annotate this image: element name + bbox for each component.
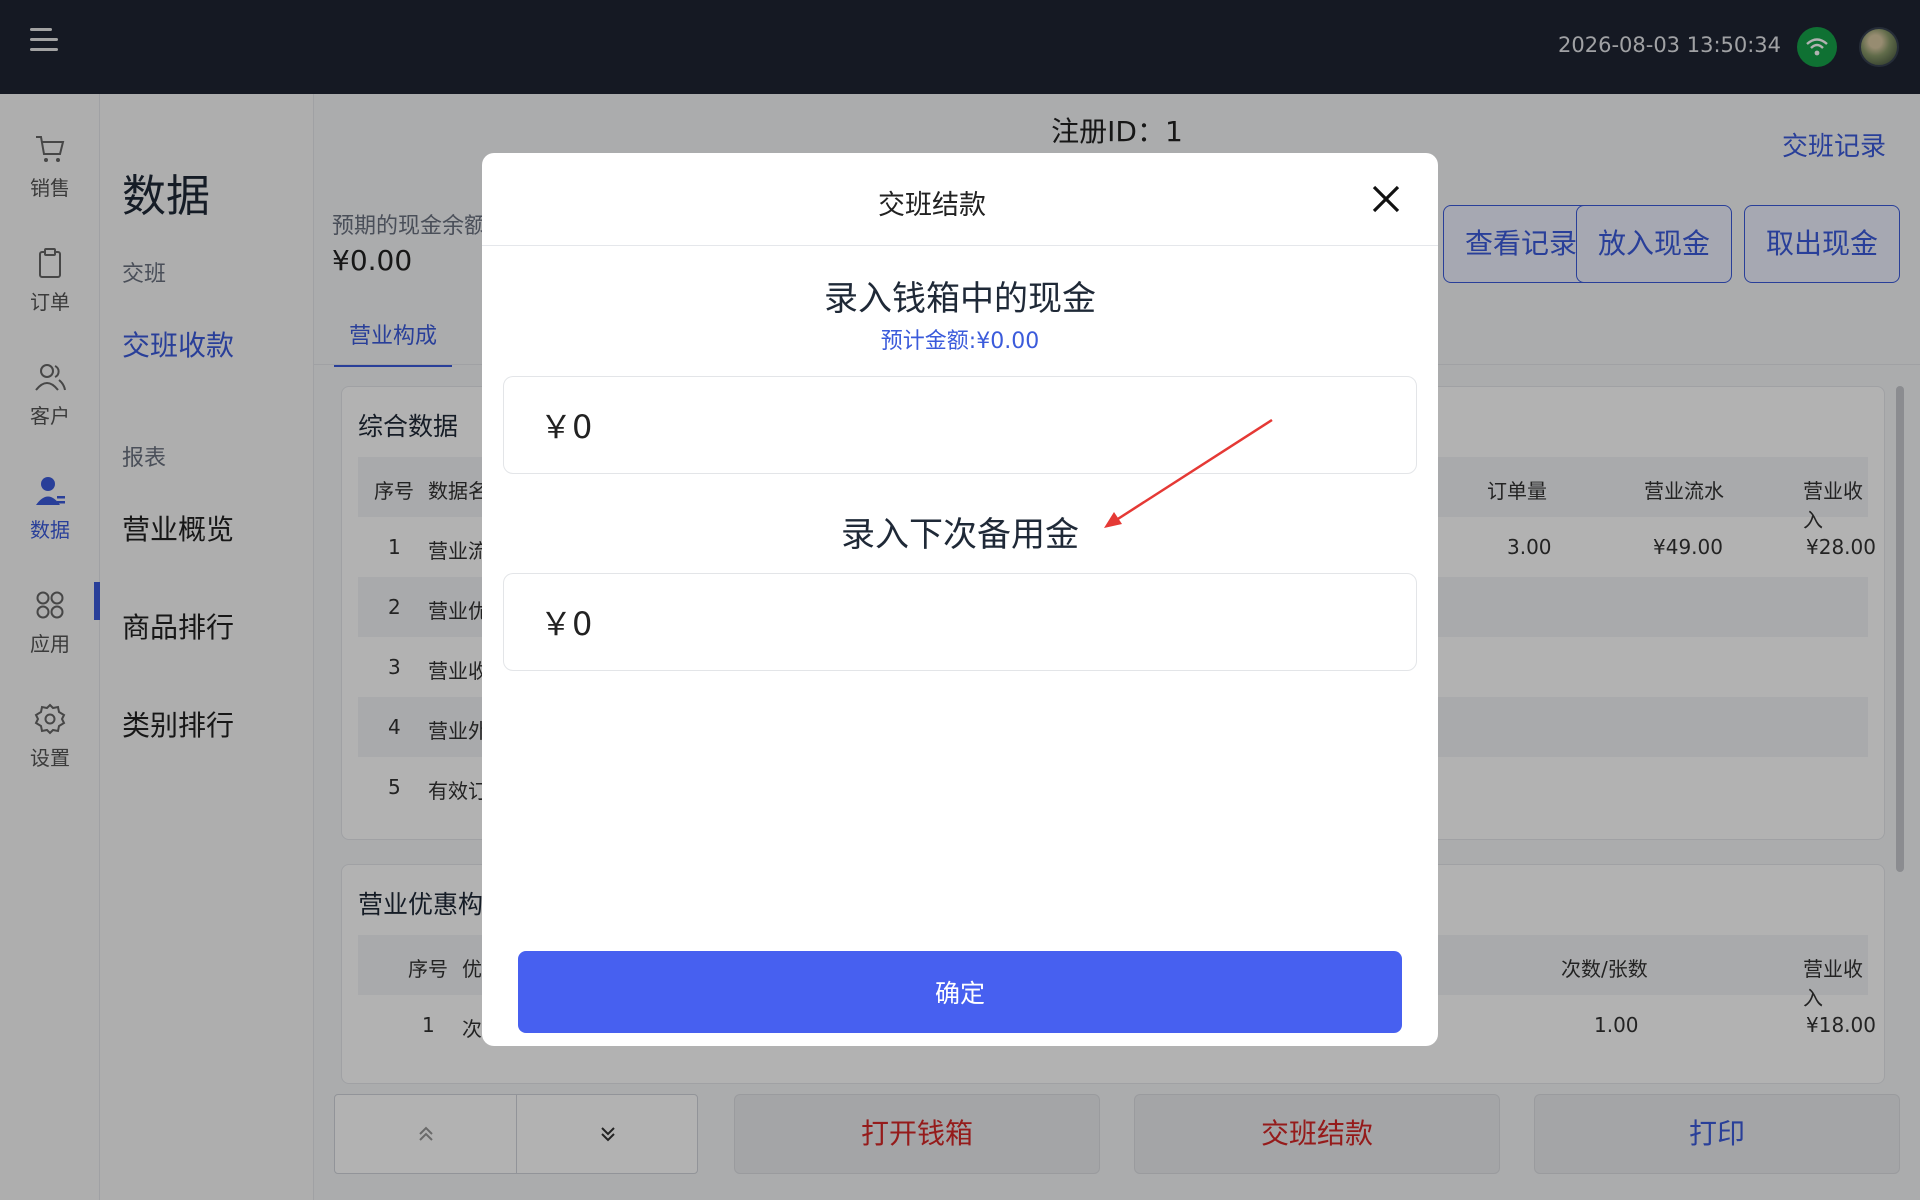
cash-input[interactable] xyxy=(503,376,1417,474)
close-icon[interactable] xyxy=(1368,181,1404,217)
dialog-header: 交班结款 xyxy=(482,153,1438,246)
confirm-button[interactable]: 确定 xyxy=(518,951,1402,1033)
reserve-heading: 录入下次备用金 xyxy=(841,515,1079,555)
dialog-title: 交班结款 xyxy=(878,190,986,221)
reserve-input[interactable] xyxy=(503,573,1417,671)
estimated-amount: 预计金额:¥0.00 xyxy=(880,329,1040,354)
cash-heading: 录入钱箱中的现金 xyxy=(824,279,1096,319)
shift-settlement-dialog: 交班结款 录入钱箱中的现金 预计金额:¥0.00 录入下次备用金 确定 xyxy=(482,153,1438,1046)
